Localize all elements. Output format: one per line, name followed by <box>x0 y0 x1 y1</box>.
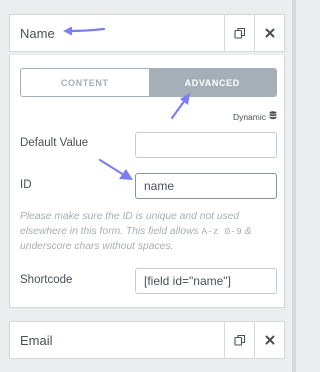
dynamic-label: Dynamic <box>232 111 266 122</box>
database-icon <box>269 111 277 122</box>
id-input[interactable] <box>135 173 277 199</box>
field-title-label: Email <box>20 332 53 348</box>
field-title[interactable]: Name <box>10 15 224 51</box>
tab-advanced[interactable]: Advanced <box>148 69 276 96</box>
form-field-row-name[interactable]: Name <box>9 14 285 52</box>
id-description: Please make sure the ID is unique and no… <box>20 209 282 254</box>
id-label: ID <box>20 179 32 191</box>
panel-scrollbar-edge <box>292 0 296 372</box>
form-field-row-email[interactable]: Email <box>9 321 285 359</box>
copy-icon <box>233 27 246 39</box>
default-value-input[interactable] <box>135 132 277 158</box>
field-title-label: Name <box>20 25 55 41</box>
close-icon <box>265 335 275 345</box>
tab-advanced-label: Advanced <box>184 77 240 88</box>
shortcode-input[interactable] <box>135 268 277 294</box>
settings-tabs: Content Advanced <box>20 68 277 97</box>
field-settings-panel: Content Advanced Dynamic Default Value I… <box>9 55 285 308</box>
remove-button[interactable] <box>254 322 284 358</box>
remove-button[interactable] <box>254 15 284 51</box>
duplicate-button[interactable] <box>224 322 254 358</box>
duplicate-button[interactable] <box>224 15 254 51</box>
default-value-label: Default Value <box>20 137 89 149</box>
shortcode-label: Shortcode <box>20 274 73 286</box>
tab-content[interactable]: Content <box>21 69 149 96</box>
copy-icon <box>233 334 246 346</box>
dynamic-tags-button[interactable]: Dynamic <box>233 111 277 122</box>
tab-content-label: Content <box>60 77 109 88</box>
id-description-code: A-z 0-9 <box>201 226 242 237</box>
close-icon <box>265 28 275 38</box>
field-title[interactable]: Email <box>10 322 224 358</box>
